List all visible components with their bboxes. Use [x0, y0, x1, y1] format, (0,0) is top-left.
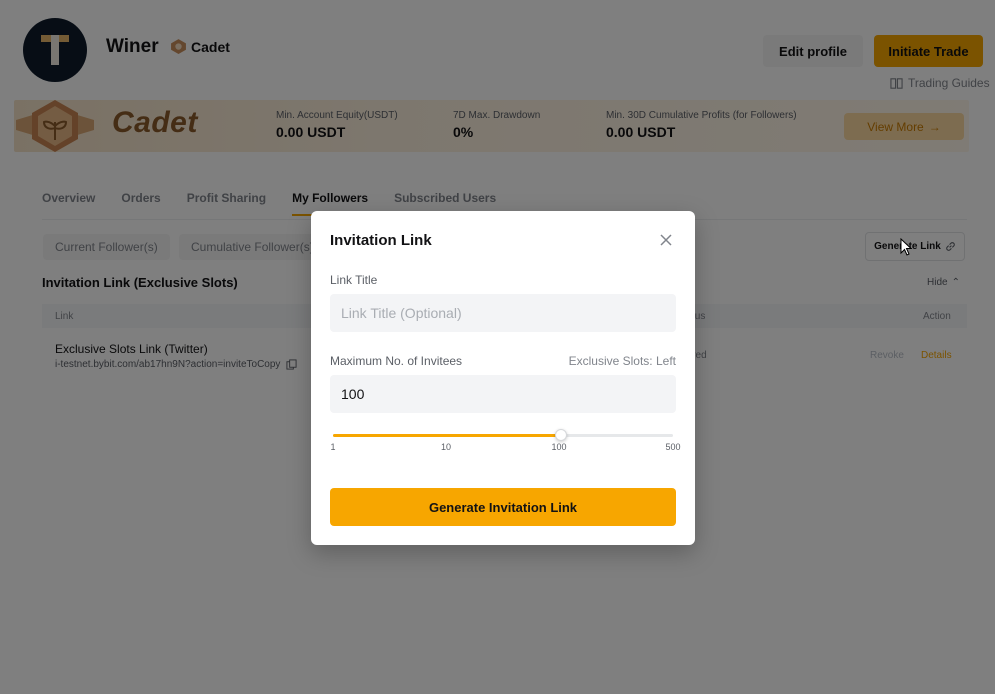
slider-tick: 100 [551, 442, 567, 452]
close-button[interactable] [657, 232, 675, 250]
slider-tick: 10 [440, 442, 452, 452]
slider-handle[interactable] [554, 429, 567, 441]
generate-invitation-link-button[interactable]: Generate Invitation Link [330, 488, 676, 526]
invitation-link-modal: Invitation Link Link Title Maximum No. o… [311, 211, 695, 545]
close-icon [660, 233, 672, 246]
invitees-slider[interactable] [333, 429, 673, 441]
slider-tick: 500 [665, 442, 681, 452]
slider-tick: 1 [330, 442, 336, 452]
link-title-label: Link Title [330, 273, 378, 287]
max-invitees-label: Maximum No. of Invitees [330, 354, 463, 368]
mouse-cursor-icon [900, 238, 912, 256]
exclusive-slots-hint: Exclusive Slots: Left [568, 354, 676, 368]
modal-title: Invitation Link [330, 232, 432, 249]
slider-fill [333, 434, 561, 437]
max-invitees-input[interactable] [330, 375, 676, 413]
link-title-input[interactable] [330, 294, 676, 332]
